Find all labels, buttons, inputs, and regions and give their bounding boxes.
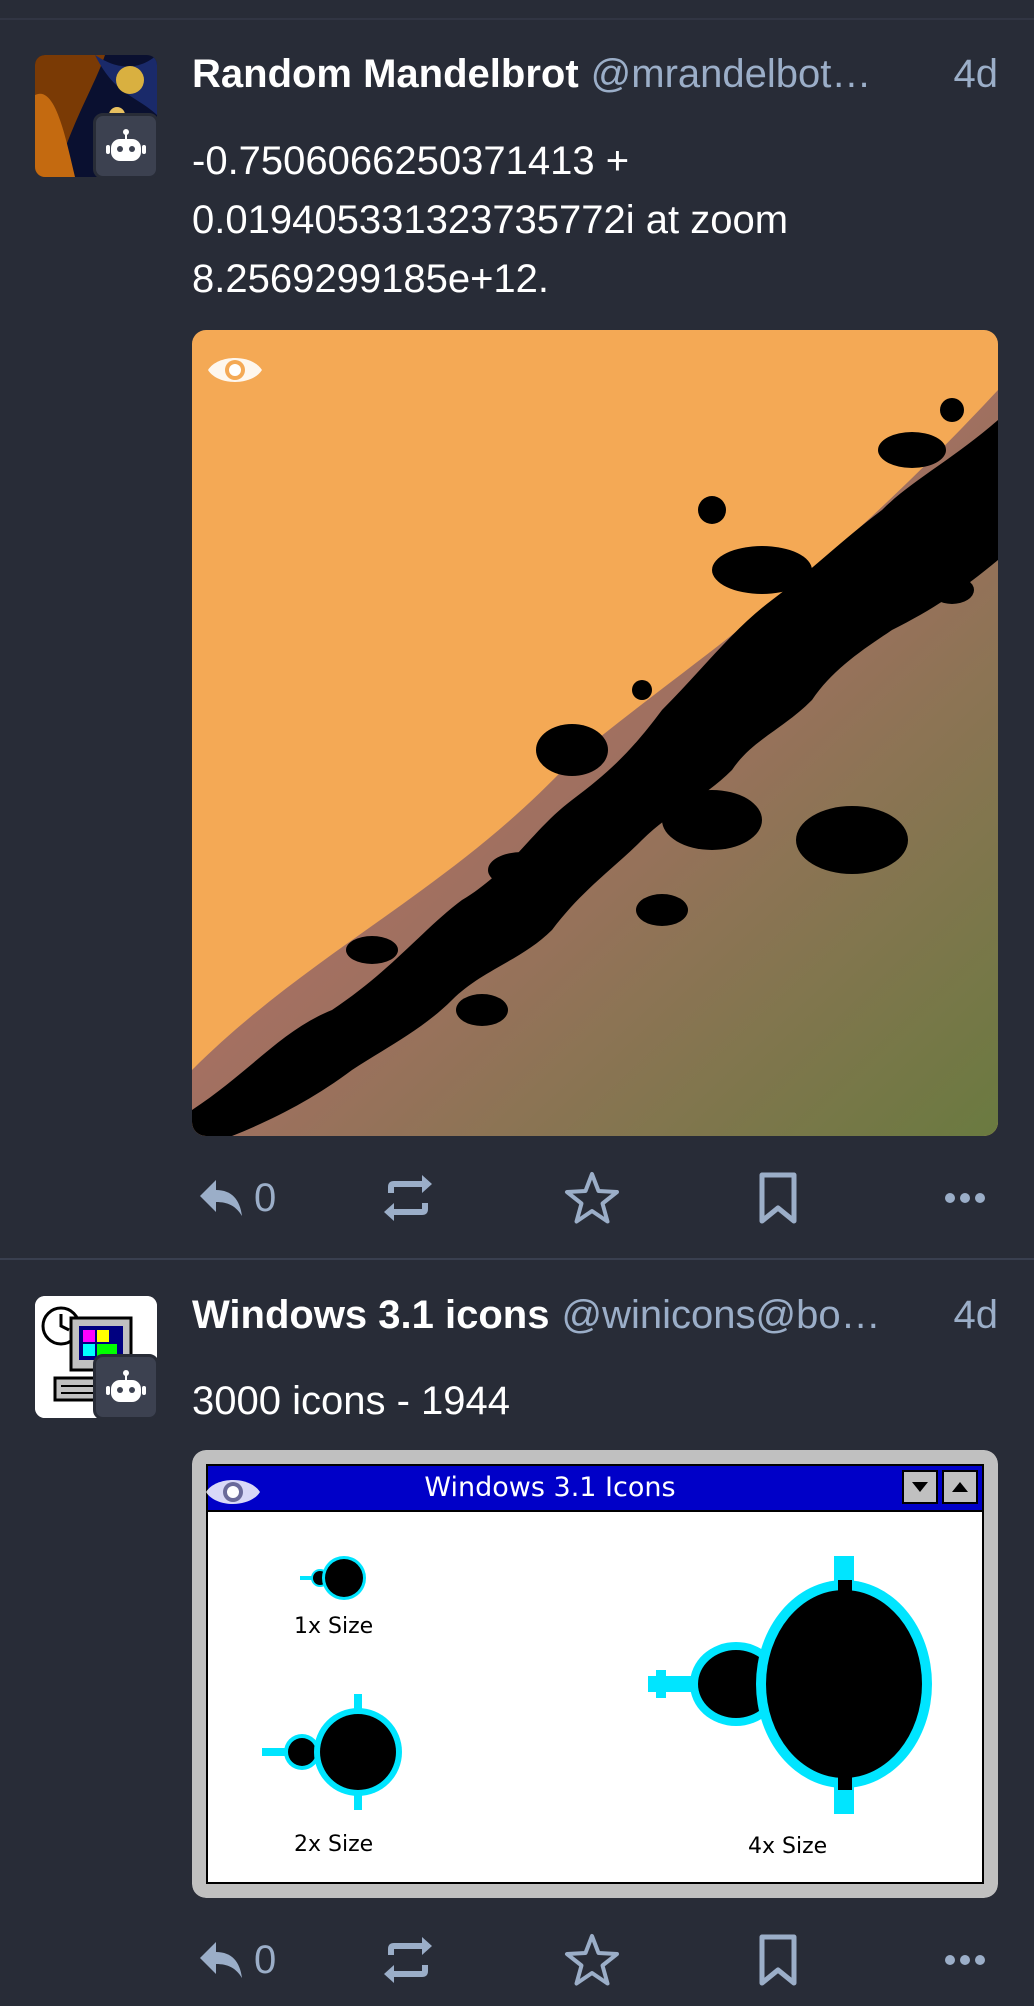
eye-icon[interactable] [204,1472,262,1512]
content-line: 8.2569299185e+12. [192,257,550,301]
win31-window: Windows 3.1 Icons 1x Size 2x Size 4x Siz… [192,1450,998,1898]
status-actions: 0 [192,1930,998,1990]
status-header: Random Mandelbrot @mrandelbot… 4d [192,52,998,97]
win31-client: Windows 3.1 Icons 1x Size 2x Size 4x Siz… [206,1464,984,1884]
bookmark-icon [759,1934,797,1986]
reply-button[interactable]: 0 [198,1168,276,1228]
more-button[interactable] [944,1930,986,1990]
boost-button[interactable] [382,1930,434,1990]
content-line: 0.019405331323735772i at zoom [192,198,789,242]
bookmark-button[interactable] [758,1930,798,1990]
account-handle[interactable]: @mrandelbot… [591,52,940,97]
boost-icon [384,1175,432,1221]
more-icon [945,1193,985,1203]
boost-icon [384,1937,432,1983]
eye-icon[interactable] [206,350,264,390]
size-label-2x: 2x Size [294,1832,374,1857]
status-content: -0.7506066250371413 + 0.0194053313237357… [192,132,912,309]
bookmark-button[interactable] [758,1168,798,1228]
media-image-mandelbrot[interactable] [192,330,998,1136]
mandelbrot-1x-image [300,1556,366,1600]
media-image-win31[interactable]: Windows 3.1 Icons 1x Size 2x Size 4x Siz… [192,1450,998,1898]
win31-titlebar: Windows 3.1 Icons [208,1466,982,1512]
status-content: 3000 icons - 1944 [192,1372,912,1431]
status-divider [0,1258,1034,1260]
maximize-icon [942,1470,978,1504]
more-icon [945,1955,985,1965]
favourite-button[interactable] [564,1168,620,1228]
content-line: 3000 icons - 1944 [192,1379,511,1423]
minimize-icon [902,1470,938,1504]
reply-icon [200,1180,242,1216]
mandelbrot-4x-image [648,1556,932,1814]
timestamp[interactable]: 4d [954,52,999,97]
size-label-4x: 4x Size [748,1834,828,1859]
bot-icon [93,113,159,179]
star-icon [565,1934,619,1986]
content-line: -0.7506066250371413 + [192,139,630,183]
bookmark-icon [759,1172,797,1224]
avatar[interactable] [35,1296,159,1420]
more-button[interactable] [944,1168,986,1228]
reply-count: 0 [254,1175,277,1220]
reply-count: 0 [254,1937,277,1982]
mandelbrot-2x-image [262,1694,402,1810]
reply-button[interactable]: 0 [198,1930,276,1990]
window-title: Windows 3.1 Icons [424,1472,676,1503]
account-handle[interactable]: @winicons@bo… [561,1293,939,1338]
boost-button[interactable] [382,1168,434,1228]
display-name[interactable]: Random Mandelbrot [192,52,579,97]
reply-icon [200,1942,242,1978]
status-header: Windows 3.1 icons @winicons@bo… 4d [192,1293,998,1338]
bot-icon [93,1354,159,1420]
size-label-1x: 1x Size [294,1614,374,1639]
fractal-image [192,390,998,1136]
star-icon [565,1172,619,1224]
top-separator [0,18,1034,20]
timestamp[interactable]: 4d [954,1293,999,1338]
favourite-button[interactable] [564,1930,620,1990]
avatar[interactable] [35,55,159,179]
status-actions: 0 [192,1168,998,1228]
display-name[interactable]: Windows 3.1 icons [192,1293,549,1338]
